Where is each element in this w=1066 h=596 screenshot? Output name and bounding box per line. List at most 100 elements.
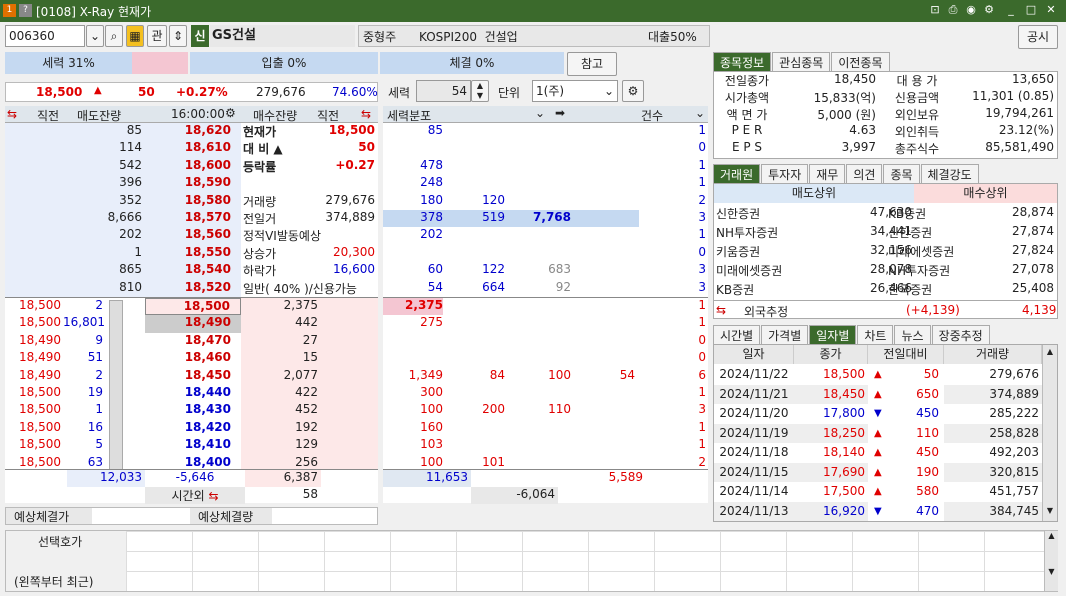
ask-info-value: 279,676 bbox=[325, 192, 375, 207]
gear-icon[interactable]: ⚙ bbox=[622, 80, 644, 102]
ask-qty: 865 bbox=[67, 262, 145, 280]
info-label-right: 신용금액 bbox=[894, 91, 940, 105]
bid-count: 1 bbox=[698, 419, 706, 434]
daily-tab-0[interactable]: 시간별 bbox=[713, 325, 761, 345]
header-gear-icon[interactable]: ⚙ bbox=[225, 106, 236, 120]
count-dropdown-icon[interactable]: ⌄ bbox=[695, 106, 705, 120]
sell-broker-name: 신한증권 bbox=[716, 207, 761, 221]
search-icon[interactable]: ⌕ bbox=[105, 25, 123, 47]
ask-info-label: 현재가 bbox=[243, 125, 277, 139]
dist-dropdown-icon[interactable]: ⌄ bbox=[535, 106, 545, 120]
swap-icon[interactable]: ⇆ bbox=[7, 107, 17, 121]
foreign-swap-icon[interactable]: ⇆ bbox=[716, 303, 726, 317]
print-icon[interactable]: ⎙ bbox=[946, 3, 960, 17]
help-icon[interactable]: ? bbox=[19, 4, 32, 17]
trade-tab-4[interactable]: 종목 bbox=[883, 164, 920, 184]
bid-prev-cell bbox=[321, 419, 378, 438]
trade-tabs: 거래원 투자자 재무 의견 종목 체결강도 bbox=[713, 164, 980, 184]
stock-code-input[interactable]: 006360 bbox=[5, 25, 85, 47]
volume-ratio: 74.60% bbox=[332, 85, 378, 99]
ask-price[interactable]: 18,520 bbox=[145, 279, 241, 297]
ask-price[interactable]: 18,590 bbox=[145, 175, 241, 193]
trade-tab-3[interactable]: 의견 bbox=[846, 164, 883, 184]
info-value-left: 3,997 bbox=[841, 140, 876, 154]
bid-price[interactable]: 18,500 bbox=[145, 298, 241, 316]
bid-qty: 442 bbox=[241, 315, 321, 333]
ask-info-value bbox=[305, 280, 375, 297]
down-arrow-icon: ▼ bbox=[874, 505, 882, 517]
chevron-up-down-icon[interactable]: ⇕ bbox=[169, 25, 187, 47]
ask-price[interactable]: 18,550 bbox=[145, 244, 241, 263]
swap-icon-2[interactable]: ⇆ bbox=[361, 107, 371, 121]
bid-price[interactable]: 18,410 bbox=[145, 437, 241, 454]
trade-tab-2[interactable]: 재무 bbox=[809, 164, 846, 184]
bid-dist-2 bbox=[443, 385, 505, 402]
stepper-icon[interactable]: ▲ ▼ bbox=[471, 80, 489, 102]
info-tab-1[interactable]: 관심종목 bbox=[772, 52, 831, 72]
bid-price[interactable]: 18,440 bbox=[145, 385, 241, 402]
trade-tab-0[interactable]: 거래원 bbox=[713, 164, 761, 184]
daily-change: 450 bbox=[916, 445, 939, 459]
favorite-button[interactable]: 관 bbox=[147, 25, 167, 47]
settings-icon[interactable]: ⚙ bbox=[982, 3, 996, 17]
bid-price[interactable]: 18,450 bbox=[145, 368, 241, 385]
code-dropdown-icon[interactable]: ⌄ bbox=[86, 25, 104, 47]
close-icon[interactable]: ✕ bbox=[1044, 3, 1058, 17]
bid-price[interactable]: 18,430 bbox=[145, 402, 241, 419]
bid-price[interactable]: 18,470 bbox=[145, 333, 241, 350]
ask-info-value bbox=[305, 227, 375, 244]
up-arrow-icon: ▲ bbox=[874, 486, 882, 497]
daily-tab-1[interactable]: 가격별 bbox=[761, 325, 809, 345]
bid-price[interactable]: 18,460 bbox=[145, 350, 241, 367]
daily-table: 일자 종가 전일대비 거래량 2024/11/22 18,500 ▲ 50 279,676 20… bbox=[713, 344, 1058, 522]
ask-info-label: 대 비 ▲ bbox=[243, 142, 283, 157]
daily-close: 17,800 bbox=[823, 406, 865, 420]
ask-price[interactable]: 18,540 bbox=[145, 262, 241, 280]
reference-button[interactable]: 참고 bbox=[567, 52, 617, 76]
trade-tab-5[interactable]: 체결강도 bbox=[920, 164, 979, 184]
bid-table: 18,500 2 18,500 2,375 18,500 16,801 18,490 442 1… bbox=[5, 297, 378, 472]
minimize-icon[interactable]: _ bbox=[1004, 3, 1018, 17]
bid-price[interactable]: 18,420 bbox=[145, 420, 241, 437]
unit-select[interactable]: 1(주) ⌄ bbox=[532, 80, 618, 102]
ask-price[interactable]: 18,600 bbox=[145, 157, 241, 176]
bid-prev-price: 18,490 bbox=[19, 367, 61, 382]
ask-dist-1: 248 bbox=[420, 175, 443, 190]
bid-count: 3 bbox=[698, 402, 706, 417]
bid-dist-2 bbox=[443, 437, 505, 454]
dist-header: 세력분포 ⌄ ➡ 건수 ⌄ bbox=[383, 106, 708, 123]
info-tab-0[interactable]: 종목정보 bbox=[713, 52, 772, 72]
ask-price[interactable]: 18,570 bbox=[145, 210, 241, 228]
dist-arrow-icon[interactable]: ➡ bbox=[555, 106, 565, 120]
daily-tab-2[interactable]: 일자별 bbox=[809, 325, 857, 345]
selection-scrollbar[interactable]: ▲ ▼ bbox=[1044, 531, 1058, 591]
ask-price[interactable]: 18,560 bbox=[145, 227, 241, 245]
info-tab-2[interactable]: 이전종목 bbox=[831, 52, 890, 72]
ask-price[interactable]: 18,620 bbox=[145, 123, 241, 141]
buy-broker-value: 28,874 bbox=[1012, 205, 1054, 219]
daily-tab-3[interactable]: 차트 bbox=[857, 325, 894, 345]
ask-price[interactable]: 18,580 bbox=[145, 192, 241, 210]
info-tabs: 종목정보 관심종목 이전종목 bbox=[713, 52, 891, 72]
ask-prev-cell bbox=[5, 279, 67, 297]
stock-info-table: 전일종가 18,450 대 용 가 13,650 시가총액 15,833(억) 신용금액 11… bbox=[713, 71, 1058, 159]
ask-price[interactable]: 18,610 bbox=[145, 140, 241, 158]
ask-dist-1: 180 bbox=[420, 192, 443, 207]
trade-tab-1[interactable]: 투자자 bbox=[761, 164, 809, 184]
maximize-icon[interactable]: □ bbox=[1024, 3, 1038, 17]
after-hours-icon[interactable]: ⇆ bbox=[208, 489, 218, 503]
daily-header-3: 거래량 bbox=[944, 345, 1042, 364]
link-icon[interactable]: ⊡ bbox=[928, 3, 942, 17]
seryok-input[interactable]: 54 bbox=[416, 80, 471, 102]
notice-button[interactable]: 공시 bbox=[1018, 25, 1058, 49]
calendar-icon[interactable]: ▦ bbox=[126, 25, 144, 47]
camera-icon[interactable]: ◉ bbox=[964, 3, 978, 17]
bid-dist-2: 84 bbox=[489, 367, 505, 382]
daily-tab-4[interactable]: 뉴스 bbox=[894, 325, 931, 345]
ask-dist-3 bbox=[505, 140, 571, 157]
bid-price[interactable]: 18,490 bbox=[145, 315, 241, 333]
daily-scrollbar[interactable]: ▲ ▼ bbox=[1042, 345, 1057, 521]
totals-row: 12,033 -5,646 6,387 시간외 ⇆ 58 bbox=[5, 469, 378, 504]
bid-scrollbar[interactable] bbox=[109, 300, 123, 470]
daily-tab-5[interactable]: 장중추정 bbox=[931, 325, 990, 345]
